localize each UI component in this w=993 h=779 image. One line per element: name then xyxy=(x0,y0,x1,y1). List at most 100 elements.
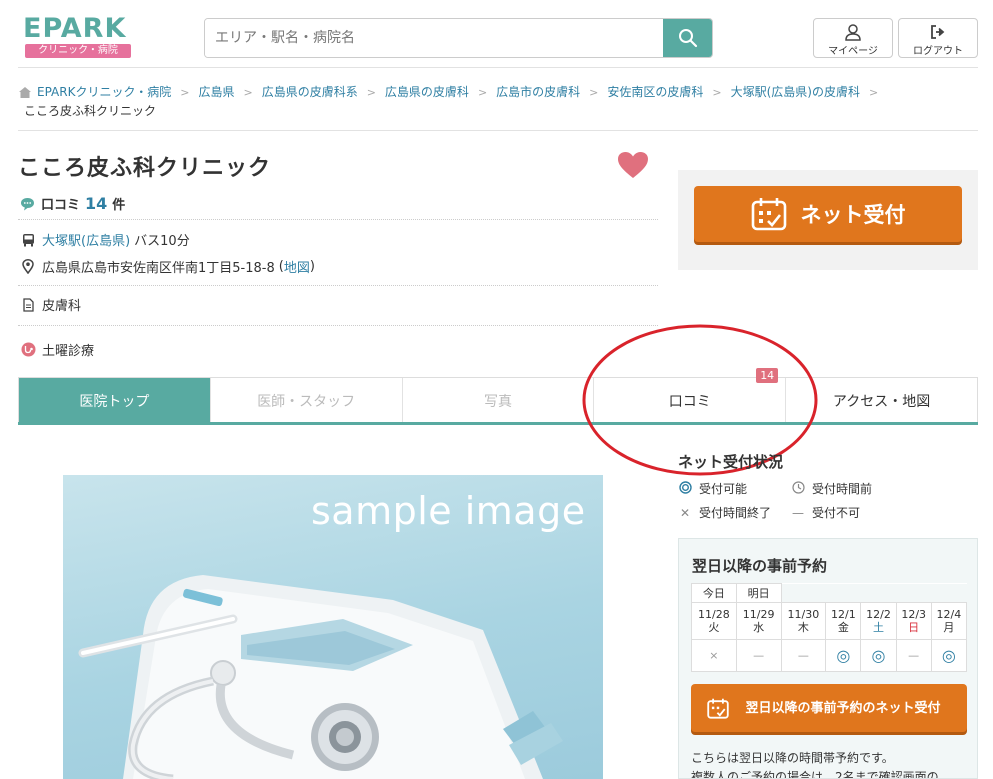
address-text: 広島県広島市安佐南区伴南1丁目5-18-8 xyxy=(42,261,275,276)
note-line: こちらは翌日以降の時間帯予約です。 xyxy=(691,751,894,765)
search-input[interactable] xyxy=(205,19,664,57)
day-status: — xyxy=(895,639,932,672)
chevron-right-icon: > xyxy=(589,86,599,99)
day-weekday: 土 xyxy=(873,621,884,634)
review-label: 口コミ xyxy=(41,198,81,213)
breadcrumb-link-skin-category[interactable]: 広島県の皮膚科系 xyxy=(262,83,358,102)
clinic-sample-image: sample image xyxy=(63,475,603,779)
breadcrumb-divider xyxy=(18,130,978,131)
search-icon xyxy=(678,29,697,48)
logo-main-text: EPARK xyxy=(23,13,127,44)
breadcrumb-link-city-derm[interactable]: 広島市の皮膚科 xyxy=(496,83,580,102)
info-divider xyxy=(18,325,658,326)
chevron-right-icon: > xyxy=(869,86,879,99)
tab-doctors-staff[interactable]: 医師・スタッフ xyxy=(211,378,403,423)
advance-reservation-note: こちらは翌日以降の時間帯予約です。 複数人のご予約の場合は、2名まで確認画面の xyxy=(691,749,939,779)
net-reception-box: ネット受付 xyxy=(678,170,978,270)
today-label: 今日 xyxy=(691,583,737,603)
mypage-button[interactable]: マイページ xyxy=(813,18,893,58)
tab-reviews[interactable]: 口コミ 14 xyxy=(594,368,787,423)
advance-reservation-button[interactable]: 翌日以降の事前予約のネット受付 xyxy=(691,684,967,732)
search-button[interactable] xyxy=(663,19,712,57)
site-header: EPARK クリニック・病院 マイページ ログアウト xyxy=(0,0,993,68)
day-status-available[interactable]: ◎ xyxy=(930,639,968,672)
day-status-available[interactable]: ◎ xyxy=(825,639,862,672)
legend-before-hours: 受付時間前 xyxy=(791,480,872,497)
calendar-day: 11/28 火 xyxy=(691,602,737,640)
department-row: 皮膚科 xyxy=(20,295,81,314)
calendar-day: 11/29 水 xyxy=(735,602,782,640)
legend-label: 受付可能 xyxy=(699,482,748,496)
logout-label: ログアウト xyxy=(913,46,963,57)
breadcrumb-link-hiroshima[interactable]: 広島県 xyxy=(198,83,234,102)
epark-logo[interactable]: EPARK クリニック・病院 xyxy=(23,13,133,59)
advance-reservation-label: 翌日以降の事前予約のネット受付 xyxy=(745,700,941,716)
breadcrumb-link-prefecture-derm[interactable]: 広島県の皮膚科 xyxy=(385,83,469,102)
tab-label: 口コミ xyxy=(668,393,711,410)
info-divider xyxy=(18,219,658,220)
map-paren-close: ) xyxy=(309,259,315,274)
legend-label: 受付時間終了 xyxy=(699,506,772,520)
speech-bubble-icon xyxy=(21,197,34,210)
calendar-check-icon xyxy=(707,698,729,719)
day-date: 12/4 xyxy=(936,608,962,621)
day-date: 11/30 xyxy=(787,608,820,621)
station-link[interactable]: 大塚駅(広島県) xyxy=(42,230,130,249)
double-circle-icon xyxy=(678,480,692,494)
bus-icon xyxy=(22,233,34,246)
map-link[interactable]: 地図 xyxy=(284,257,310,276)
legend-label: 受付不可 xyxy=(812,506,861,520)
tomorrow-label: 明日 xyxy=(735,583,782,603)
day-weekday: 日 xyxy=(908,621,920,634)
review-count-badge: 14 xyxy=(756,368,779,383)
info-divider xyxy=(18,285,658,286)
calendar-check-icon xyxy=(751,198,786,231)
saturday-clinic-icon xyxy=(21,342,35,357)
breadcrumb-link-ward-derm[interactable]: 安佐南区の皮膚科 xyxy=(607,83,703,102)
favorite-heart-icon[interactable] xyxy=(617,151,649,179)
review-unit: 件 xyxy=(112,198,126,213)
chevron-right-icon: > xyxy=(180,86,190,99)
user-icon xyxy=(845,24,861,41)
location-pin-icon xyxy=(22,259,34,274)
day-date: 11/28 xyxy=(698,608,730,621)
day-weekday: 火 xyxy=(708,621,720,634)
calendar-day: 11/30 木 xyxy=(780,602,827,640)
chevron-right-icon: > xyxy=(243,86,253,99)
note-line: 複数人のご予約の場合は、2名まで確認画面の xyxy=(691,770,939,779)
day-weekday: 金 xyxy=(837,621,849,634)
chevron-right-icon: > xyxy=(477,86,488,99)
day-status-available[interactable]: ◎ xyxy=(860,639,897,672)
day-weekday: 木 xyxy=(797,621,809,634)
tab-photos[interactable]: 写真 xyxy=(403,378,595,423)
legend-label: 受付時間前 xyxy=(812,482,873,496)
breadcrumb-link-station-derm[interactable]: 大塚駅(広島県)の皮膚科 xyxy=(731,83,860,102)
clinic-tabs: 医院トップ 医師・スタッフ 写真 口コミ 14 アクセス・地図 xyxy=(18,368,978,425)
net-reception-label: ネット受付 xyxy=(800,203,906,227)
legend-ended: ✕ 受付時間終了 xyxy=(678,504,771,521)
net-reception-button[interactable]: ネット受付 xyxy=(694,186,962,242)
calendar-day: 12/4 月 xyxy=(930,602,968,640)
review-summary[interactable]: 口コミ 14 件 xyxy=(20,194,125,213)
clinic-title: こころ皮ふ科クリニック xyxy=(18,156,272,181)
day-weekday: 月 xyxy=(943,621,955,634)
access-station-row: 大塚駅(広島県) バス10分 xyxy=(20,230,190,249)
home-icon[interactable] xyxy=(19,87,31,98)
department-text: 皮膚科 xyxy=(42,299,82,314)
logout-icon xyxy=(931,25,945,39)
advance-reservation-title: 翌日以降の事前予約 xyxy=(692,557,828,575)
calendar-day: 12/2 土 xyxy=(860,602,897,640)
header-divider xyxy=(18,67,978,68)
logout-button[interactable]: ログアウト xyxy=(898,18,978,58)
station-time: バス10分 xyxy=(134,234,190,249)
breadcrumb-link-epark[interactable]: EPARKクリニック・病院 xyxy=(37,83,171,102)
breadcrumb: EPARKクリニック・病院 > 広島県 > 広島県の皮膚科系 > 広島県の皮膚科… xyxy=(18,83,978,121)
feature-row: 土曜診療 xyxy=(20,340,94,359)
tab-label: 医院トップ xyxy=(79,393,150,410)
day-status: — xyxy=(735,639,782,672)
clock-icon xyxy=(791,480,805,494)
review-count: 14 xyxy=(85,194,108,213)
tab-clinic-top[interactable]: 医院トップ xyxy=(19,378,211,423)
tab-access-map[interactable]: アクセス・地図 xyxy=(786,378,977,423)
tabs-underline xyxy=(18,422,978,425)
